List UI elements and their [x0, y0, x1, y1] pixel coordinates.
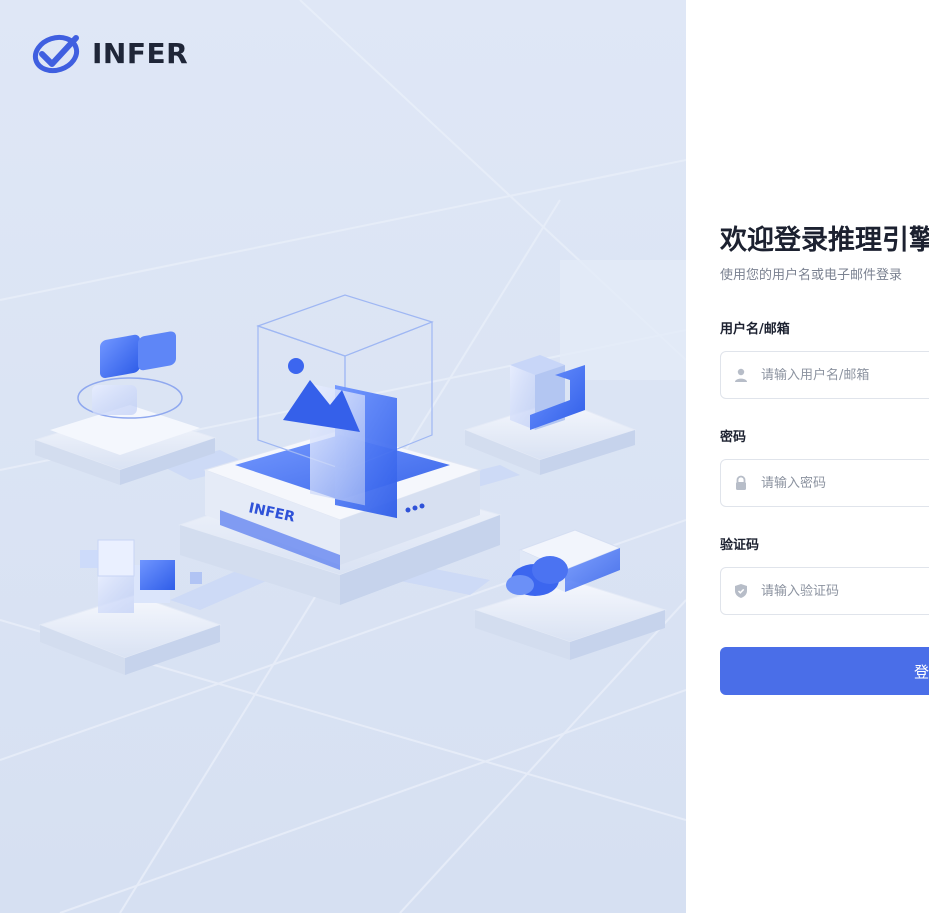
password-field[interactable] [720, 459, 929, 507]
left-hero-panel: INFER INFER [0, 0, 686, 913]
login-button-label: 登录 [914, 663, 929, 681]
captcha-label: 验证码 [720, 538, 760, 553]
page-title: 欢迎登录推理引擎 [720, 225, 929, 256]
shield-icon [735, 584, 747, 598]
username-field[interactable] [720, 351, 929, 399]
cube-platform [463, 355, 637, 475]
username-input[interactable] [761, 367, 929, 383]
user-icon [735, 368, 747, 382]
page-subtitle: 使用您的用户名或电子邮件登录 [720, 268, 903, 283]
login-panel: 欢迎登录推理引擎 使用您的用户名或电子邮件登录 用户名/邮箱 密码 验证码 [686, 0, 929, 913]
puzzle-platform [33, 331, 217, 485]
password-label: 密码 [720, 430, 747, 445]
captcha-input[interactable] [761, 583, 929, 599]
captcha-field[interactable] [720, 567, 929, 615]
brand-logo: INFER [32, 30, 188, 76]
infer-logo-icon [32, 34, 80, 74]
username-label: 用户名/邮箱 [720, 322, 790, 337]
cloud-server-platform [473, 529, 667, 660]
password-input[interactable] [761, 475, 929, 491]
platform-illustration: INFER [33, 294, 667, 675]
login-form: 欢迎登录推理引擎 使用您的用户名或电子邮件登录 用户名/邮箱 密码 验证码 [720, 222, 929, 695]
lock-icon [736, 475, 746, 490]
login-button[interactable]: 登录 [720, 647, 929, 695]
logo-text: INFER [92, 36, 189, 70]
